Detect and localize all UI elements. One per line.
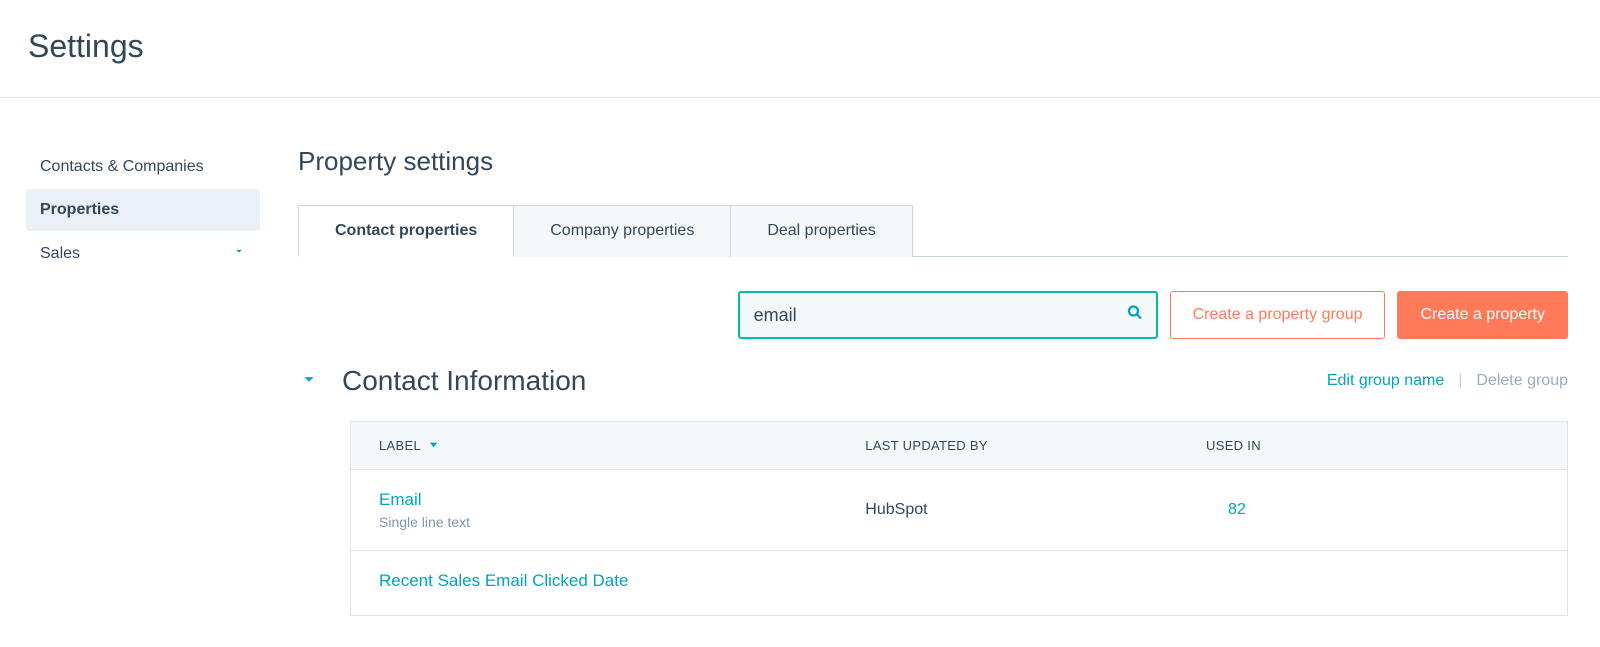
last-updated-by-value: HubSpot [837,470,1178,551]
property-name-link[interactable]: Email [379,490,809,510]
divider: | [1458,372,1462,390]
settings-sidebar: Contacts & Companies Properties Sales [0,146,260,616]
create-property-button[interactable]: Create a property [1397,291,1568,339]
table-row: Email Single line text HubSpot 82 [351,470,1568,551]
delete-group-link: Delete group [1476,372,1568,390]
property-name-link[interactable]: Recent Sales Email Clicked Date [379,571,809,591]
search-input[interactable] [738,291,1158,339]
properties-table: LABEL LAST UPDATED BY USED IN Email [350,421,1568,616]
sidebar-item-contacts-companies[interactable]: Contacts & Companies [26,146,260,188]
tab-contact-properties[interactable]: Contact properties [298,205,514,257]
chevron-down-icon[interactable] [298,368,320,395]
page-header: Settings [0,0,1600,98]
group-header: Contact Information Edit group name | De… [298,365,1568,397]
edit-group-name-link[interactable]: Edit group name [1327,372,1444,390]
property-tabs: Contact properties Company properties De… [298,205,1568,257]
table-row: Recent Sales Email Clicked Date [351,551,1568,616]
section-title: Property settings [298,146,1568,177]
page-title: Settings [28,28,1600,65]
sidebar-item-label: Contacts & Companies [40,158,204,176]
column-header-text: LABEL [379,438,421,453]
column-header-label[interactable]: LABEL [351,422,838,470]
used-in-value[interactable]: 82 [1228,501,1246,518]
sidebar-item-properties[interactable]: Properties [26,189,260,231]
main-content: Property settings Contact properties Com… [260,146,1600,616]
sort-descending-icon [428,438,439,453]
toolbar: Create a property group Create a propert… [298,291,1568,339]
tab-deal-properties[interactable]: Deal properties [731,205,913,257]
chevron-down-icon [232,244,246,263]
create-property-group-button[interactable]: Create a property group [1170,291,1386,339]
column-header-used-in[interactable]: USED IN [1178,422,1567,470]
property-type: Single line text [379,514,809,530]
tab-company-properties[interactable]: Company properties [514,205,731,257]
last-updated-by-value [837,551,1178,616]
search-box [738,291,1158,339]
sidebar-item-label: Properties [40,201,119,219]
group-title: Contact Information [342,365,586,397]
sidebar-item-sales[interactable]: Sales [26,232,260,275]
group-actions: Edit group name | Delete group [1327,372,1568,390]
sidebar-item-label: Sales [40,245,80,263]
column-header-last-updated-by[interactable]: LAST UPDATED BY [837,422,1178,470]
